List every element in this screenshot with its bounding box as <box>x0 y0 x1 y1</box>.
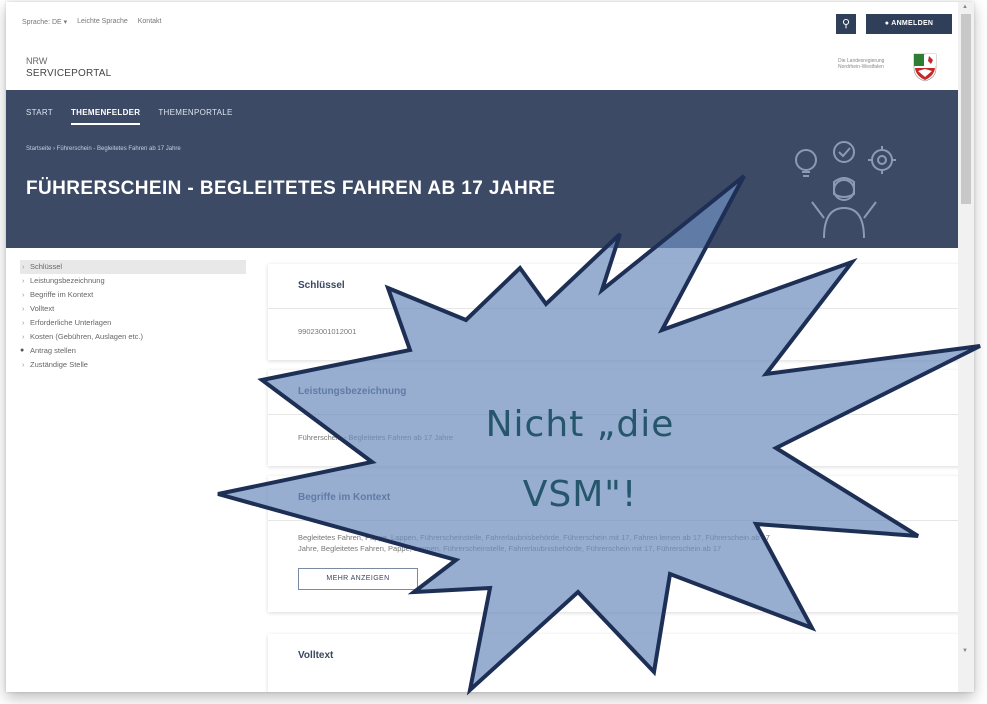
contact-link[interactable]: Kontakt <box>138 18 162 26</box>
login-button[interactable]: ● ANMELDEN <box>866 14 952 34</box>
card-title: Volltext <box>298 650 334 661</box>
callout-line-1: Nicht „die <box>485 404 675 445</box>
callout-text: Nicht „die VSM"! <box>420 390 740 530</box>
landesregierung-text: Die Landesregierung Nordrhein-Westfalen <box>838 58 885 70</box>
logo-nrw[interactable]: NRW <box>26 56 47 66</box>
nav-themenfelder[interactable]: THEMENFELDER <box>70 108 141 125</box>
key-value: 99023001012001 <box>298 327 357 336</box>
nav-themenportale[interactable]: THEMENPORTALE <box>158 108 232 125</box>
sidebar-item-antrag[interactable]: Antrag stellen <box>20 344 246 358</box>
search-icon: ⚲ <box>841 18 851 30</box>
nrw-crest-icon <box>913 53 937 82</box>
keywords-line-1: Begleitetes Fahren, Pappe, Lappen, Führe… <box>298 533 770 542</box>
scroll-up-icon[interactable]: ▲ <box>962 4 968 10</box>
sidebar-item-kosten[interactable]: Kosten (Gebühren, Auslagen etc.) <box>20 330 246 344</box>
card-title: Leistungsbezeichnung <box>298 386 407 397</box>
sidebar-item-zustaendige-stelle[interactable]: Zuständige Stelle <box>20 358 246 372</box>
sidebar-item-leistungsbezeichnung[interactable]: Leistungsbezeichnung <box>20 274 246 288</box>
sidebar-item-begriffe[interactable]: Begriffe im Kontext <box>20 288 246 302</box>
divider <box>268 308 962 309</box>
brand-bar: NRW SERVICEPORTAL Die Landesregierung No… <box>6 44 958 90</box>
hero-banner: START THEMENFELDER THEMENPORTALE Startse… <box>6 90 958 248</box>
nav-start[interactable]: START <box>26 108 53 125</box>
search-button[interactable]: ⚲ <box>836 14 856 34</box>
card-title: Schlüssel <box>298 280 345 291</box>
login-label: ANMELDEN <box>891 20 934 27</box>
person-ideas-illustration-icon <box>795 141 896 239</box>
card-schluessel: Schlüssel 99023001012001 <box>268 264 962 360</box>
sidebar-item-schluessel[interactable]: Schlüssel <box>20 260 246 274</box>
easy-language-link[interactable]: Leichte Sprache <box>77 18 128 26</box>
user-icon: ● <box>884 20 890 27</box>
utility-bar: Sprache: DE ▾ Leichte Sprache Kontakt ⚲ … <box>6 2 958 44</box>
callout-line-2: VSM"! <box>522 474 638 515</box>
card-volltext: Volltext <box>268 634 962 692</box>
show-more-button[interactable]: MEHR ANZEIGEN <box>298 568 418 590</box>
scroll-thumb[interactable] <box>961 14 971 204</box>
browser-page: Sprache: DE ▾ Leichte Sprache Kontakt ⚲ … <box>6 2 974 692</box>
breadcrumb[interactable]: Startseite › Führerschein - Begleitetes … <box>26 146 181 152</box>
sidebar-toc: Schlüssel Leistungsbezeichnung Begriffe … <box>20 260 246 372</box>
keywords-line-2: Jahre, Begleitetes Fahren, Pappe, Lappen… <box>298 544 722 553</box>
utility-links: Sprache: DE ▾ Leichte Sprache Kontakt <box>22 18 162 26</box>
logo-serviceportal[interactable]: SERVICEPORTAL <box>26 68 111 79</box>
main-navigation: START THEMENFELDER THEMENPORTALE <box>26 108 233 125</box>
vertical-scrollbar[interactable]: ▲ ▼ <box>958 2 974 692</box>
scroll-down-icon[interactable]: ▼ <box>962 648 968 654</box>
page-title: FÜHRERSCHEIN - BEGLEITETES FAHREN AB 17 … <box>26 178 556 199</box>
sidebar-item-volltext[interactable]: Volltext <box>20 302 246 316</box>
language-selector[interactable]: Sprache: DE ▾ <box>22 18 67 26</box>
card-title: Begriffe im Kontext <box>298 492 391 503</box>
sidebar-item-unterlagen[interactable]: Erforderliche Unterlagen <box>20 316 246 330</box>
